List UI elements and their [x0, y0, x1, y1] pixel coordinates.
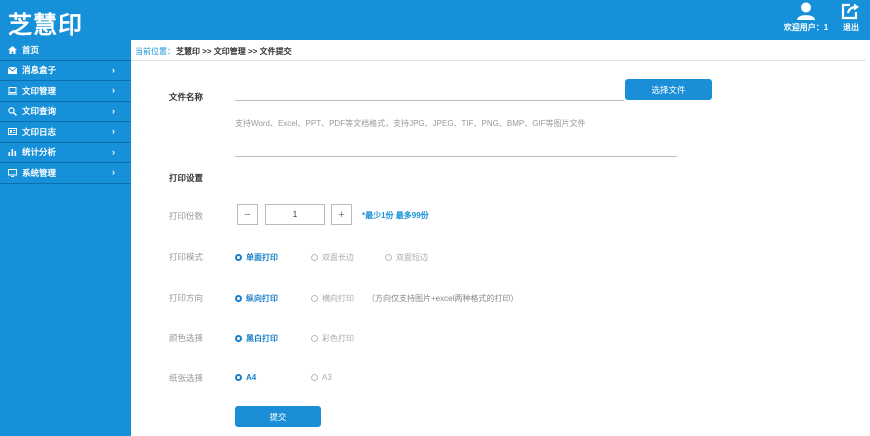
- logout-icon: [841, 3, 859, 20]
- chevron-right-icon: ›: [112, 85, 115, 95]
- radio-unchecked-icon: [311, 335, 318, 342]
- logout-label: 退出: [843, 23, 859, 32]
- user-info: 欢迎用户：1: [783, 2, 829, 33]
- print-mode-single-radio[interactable]: 单面打印: [235, 252, 278, 263]
- radio-label: 纵向打印: [246, 294, 278, 303]
- orientation-landscape-radio[interactable]: 横向打印: [311, 293, 354, 304]
- sidebar-item-label: 统计分析: [22, 147, 57, 158]
- sidebar-item-system[interactable]: 系统管理 ›: [0, 163, 131, 184]
- print-mode-label: 打印模式: [169, 252, 204, 262]
- file-name-label: 文件名称: [169, 92, 204, 102]
- paper-a3-radio[interactable]: A3: [311, 373, 332, 382]
- chevron-right-icon: ›: [112, 64, 115, 75]
- user-icon: [797, 2, 815, 20]
- chart-icon: [8, 148, 22, 157]
- print-mode-short-edge-radio[interactable]: 双面短边: [385, 252, 428, 263]
- mail-icon: [8, 66, 22, 74]
- file-hint-divider: [235, 156, 677, 157]
- sidebar-item-print-management[interactable]: 文印管理 ›: [0, 81, 131, 102]
- welcome-text: 欢迎用户：1: [783, 23, 829, 32]
- print-settings-title: 打印设置: [169, 173, 204, 183]
- submit-button[interactable]: 提交: [235, 406, 321, 427]
- file-name-field[interactable]: [235, 100, 624, 101]
- file-format-hint: 支持Word、Excel、PPT、PDF等文档格式，支持JPG、JPEG、TIF…: [235, 119, 586, 128]
- chevron-right-icon: ›: [112, 146, 115, 157]
- color-label: 颜色选择: [169, 333, 204, 343]
- radio-label: 单面打印: [246, 253, 278, 262]
- sidebar-item-label: 文印日志: [22, 126, 57, 137]
- sidebar-item-print-query[interactable]: 文印查询 ›: [0, 102, 131, 122]
- sidebar-item-print-log[interactable]: 文印日志 ›: [0, 122, 131, 143]
- color-bw-radio[interactable]: 黑白打印: [235, 333, 278, 344]
- monitor-icon: [8, 86, 22, 95]
- home-icon: [8, 45, 22, 54]
- app-logo: 芝慧印: [8, 11, 83, 39]
- paper-label: 纸张选择: [169, 373, 204, 383]
- orientation-portrait-radio[interactable]: 纵向打印: [235, 293, 278, 304]
- radio-label: 横向打印: [322, 294, 354, 303]
- sidebar-item-label: 消息盒子: [22, 65, 57, 76]
- radio-checked-icon: [235, 254, 242, 261]
- radio-label: A3: [322, 373, 332, 382]
- breadcrumb: 当前位置： 芝慧印 >> 文印管理 >> 文件提交: [135, 44, 865, 58]
- copies-limit-note: *最少1份 最多99份: [362, 211, 429, 220]
- sidebar: 首页 消息盒子 › 文印管理 › 文印查询 › 文印日志 › 统计分析 › 系统…: [0, 40, 131, 436]
- breadcrumb-path: 芝慧印 >> 文印管理 >> 文件提交: [176, 46, 292, 56]
- copies-label: 打印份数: [169, 211, 204, 221]
- sidebar-item-statistics[interactable]: 统计分析 ›: [0, 143, 131, 163]
- radio-unchecked-icon: [385, 254, 392, 261]
- orientation-label: 打印方向: [169, 293, 204, 303]
- radio-checked-icon: [235, 295, 242, 302]
- main-content: 当前位置： 芝慧印 >> 文印管理 >> 文件提交 文件名称 选择文件 支持Wo…: [131, 40, 870, 436]
- sidebar-item-label: 首页: [22, 44, 40, 55]
- sidebar-item-label: 系统管理: [22, 167, 57, 178]
- choose-file-button[interactable]: 选择文件: [625, 79, 712, 100]
- radio-label: 双面长边: [322, 253, 354, 262]
- radio-unchecked-icon: [311, 295, 318, 302]
- sidebar-item-messages[interactable]: 消息盒子 ›: [0, 61, 131, 81]
- print-mode-long-edge-radio[interactable]: 双面长边: [311, 252, 354, 263]
- orientation-note: （方向仅支持图片+excel两种格式的打印）: [367, 294, 519, 303]
- chevron-right-icon: ›: [112, 126, 115, 136]
- sidebar-item-home[interactable]: 首页: [0, 40, 131, 61]
- chevron-right-icon: ›: [112, 167, 115, 177]
- paper-a4-radio[interactable]: A4: [235, 373, 256, 382]
- breadcrumb-label: 当前位置：: [135, 46, 175, 56]
- log-icon: [8, 128, 22, 136]
- chevron-right-icon: ›: [112, 105, 115, 116]
- color-color-radio[interactable]: 彩色打印: [311, 333, 354, 344]
- radio-checked-icon: [235, 335, 242, 342]
- sidebar-item-label: 文印查询: [22, 106, 57, 117]
- radio-label: 黑白打印: [246, 334, 278, 343]
- copies-input[interactable]: [265, 204, 325, 225]
- breadcrumb-divider: [131, 60, 866, 61]
- copies-decrement-button[interactable]: −: [237, 204, 258, 225]
- radio-unchecked-icon: [311, 254, 318, 261]
- radio-label: 双面短边: [396, 253, 428, 262]
- top-header: 芝慧印 欢迎用户：1 退出: [0, 0, 870, 40]
- radio-checked-icon: [235, 374, 242, 381]
- radio-label: A4: [246, 373, 257, 382]
- screen-icon: [8, 168, 22, 177]
- copies-increment-button[interactable]: +: [331, 204, 352, 225]
- radio-label: 彩色打印: [322, 334, 354, 343]
- radio-unchecked-icon: [311, 374, 318, 381]
- sidebar-item-label: 文印管理: [22, 85, 57, 96]
- search-icon: [8, 107, 22, 116]
- logout-button[interactable]: 退出: [838, 2, 864, 33]
